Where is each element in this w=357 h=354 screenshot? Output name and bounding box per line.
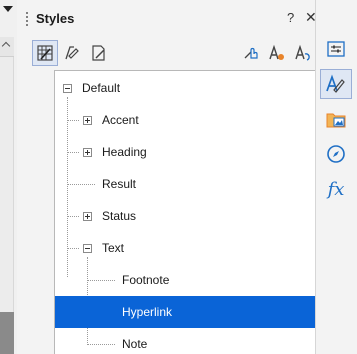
tree-item[interactable]: Footnote xyxy=(55,264,331,296)
character-styles-icon xyxy=(65,46,79,60)
frame-styles-button[interactable] xyxy=(86,40,112,66)
collapse-icon[interactable] xyxy=(83,244,92,253)
navigator-icon xyxy=(327,145,345,163)
styles-tree: Default Accent Heading Result Status Tex… xyxy=(54,70,332,354)
frame-styles-icon xyxy=(92,45,105,61)
styles-deck: Styles ? ✕ ≡ xyxy=(22,0,332,354)
tree-item[interactable]: Default xyxy=(55,72,331,104)
new-style-button[interactable] xyxy=(264,40,290,66)
tree-item-label: Heading xyxy=(102,145,147,159)
expand-icon[interactable] xyxy=(83,116,92,125)
tree-item-label: Note xyxy=(122,337,148,351)
properties-deck-button[interactable] xyxy=(320,34,352,64)
tree-item-label: Result xyxy=(102,177,137,191)
tree-item-selected[interactable]: Hyperlink xyxy=(55,296,331,328)
tree-item[interactable]: Result xyxy=(55,168,331,200)
scroll-up-button[interactable] xyxy=(0,37,14,57)
paragraph-styles-button[interactable] xyxy=(32,40,58,66)
update-style-button[interactable] xyxy=(290,40,316,66)
tree-item-label: Hyperlink xyxy=(122,305,173,319)
tree-item[interactable]: Heading xyxy=(55,136,331,168)
fill-format-icon xyxy=(244,47,258,59)
properties-icon xyxy=(327,41,345,57)
character-styles-button[interactable] xyxy=(59,40,85,66)
functions-deck-button[interactable]: fx xyxy=(320,174,352,204)
help-button[interactable]: ? xyxy=(287,10,294,25)
update-style-icon xyxy=(295,44,310,61)
tree-item[interactable]: Status xyxy=(55,200,331,232)
dropdown-arrow-icon[interactable] xyxy=(3,6,13,12)
tree-item-label: Footnote xyxy=(122,273,170,287)
tree-item-label: Accent xyxy=(102,113,139,127)
tree-item-label: Default xyxy=(82,81,121,95)
deck-title: Styles xyxy=(36,11,75,26)
scrollbar-thumb[interactable] xyxy=(0,312,14,354)
paragraph-styles-icon xyxy=(37,45,53,61)
styles-icon xyxy=(326,74,345,93)
gallery-icon xyxy=(326,113,346,128)
drag-grip-icon[interactable] xyxy=(26,11,28,27)
tree-item[interactable]: Note xyxy=(55,328,331,354)
expand-icon[interactable] xyxy=(83,212,92,221)
tree-item-label: Status xyxy=(102,209,137,223)
tree-item[interactable]: Accent xyxy=(55,104,331,136)
scrollbar[interactable] xyxy=(0,37,14,354)
sidebar-tabbar: fx xyxy=(315,0,357,354)
expand-icon[interactable] xyxy=(83,148,92,157)
collapse-icon[interactable] xyxy=(63,84,72,93)
left-panel-edge xyxy=(0,0,22,354)
functions-icon: fx xyxy=(327,178,345,200)
tree-item[interactable]: Text xyxy=(55,232,331,264)
tree-item-label: Text xyxy=(102,241,125,255)
new-style-icon xyxy=(269,44,284,60)
styles-deck-button[interactable] xyxy=(320,69,352,99)
styles-toolbar xyxy=(32,40,320,68)
gallery-deck-button[interactable] xyxy=(320,104,352,134)
navigator-deck-button[interactable] xyxy=(320,139,352,169)
fill-format-mode-button[interactable] xyxy=(238,40,264,66)
